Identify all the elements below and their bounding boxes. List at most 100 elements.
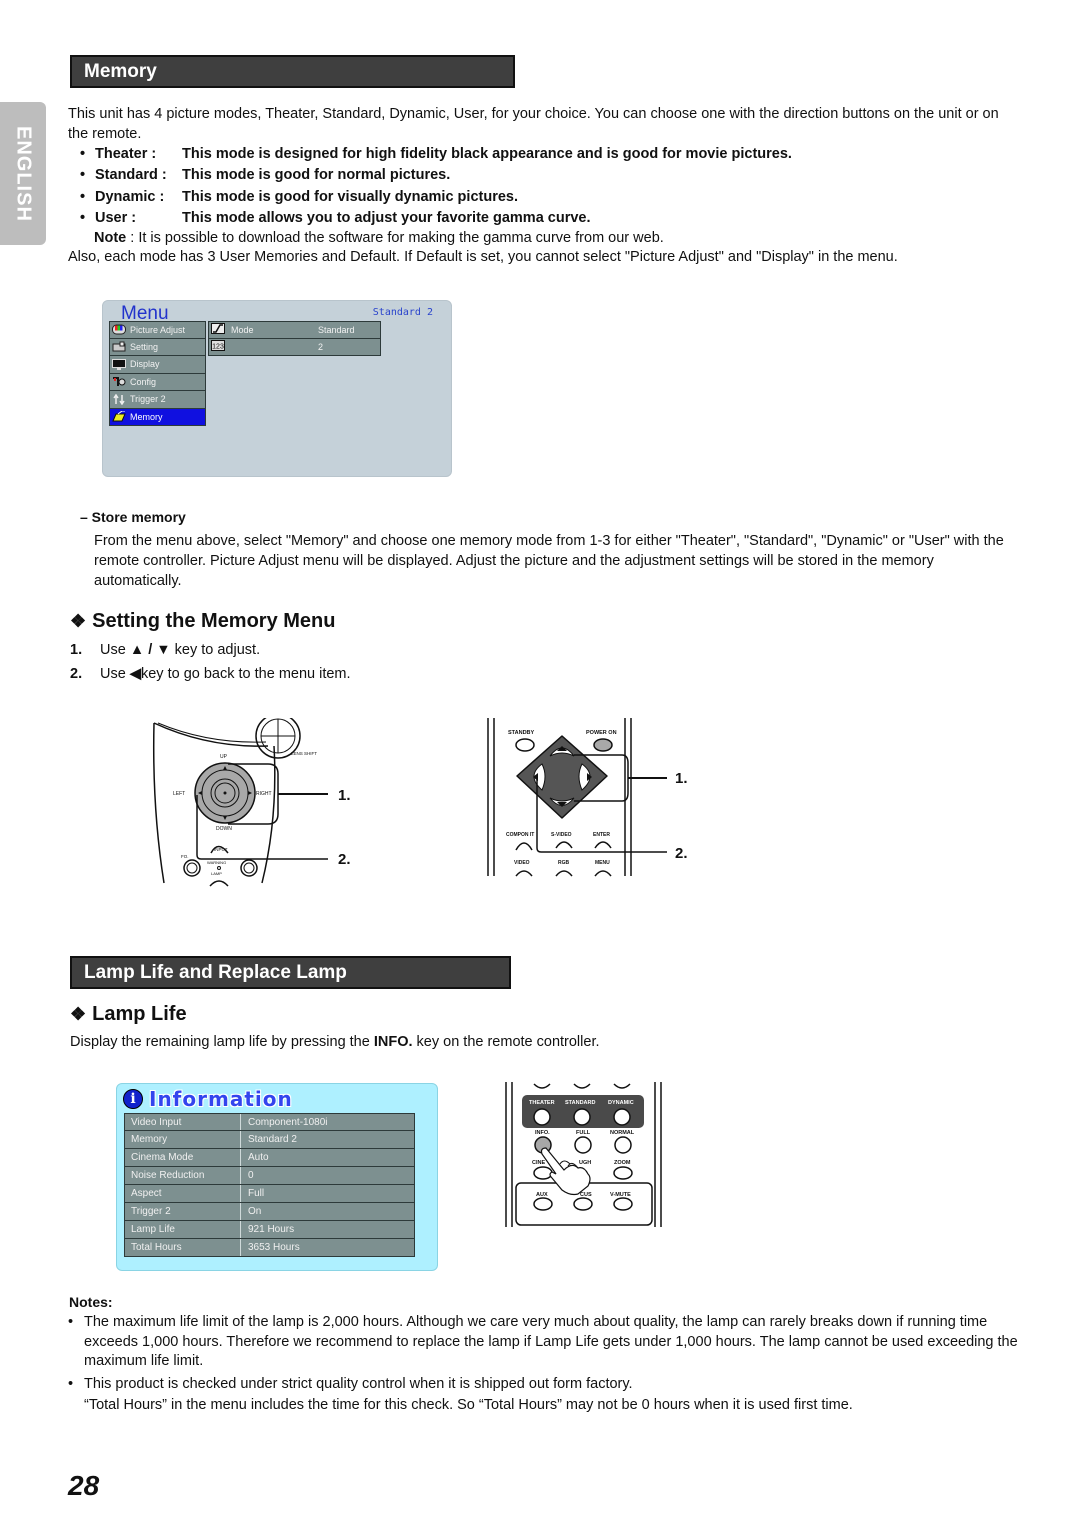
- power-on-button[interactable]: [593, 738, 613, 752]
- focus-button[interactable]: [573, 1197, 593, 1211]
- note-item: • This product is checked under strict qu…: [68, 1375, 1018, 1395]
- callout-2: 2.: [675, 845, 688, 862]
- component-button[interactable]: [515, 842, 533, 851]
- osd-nav-item-picture-adjust[interactable]: Picture Adjust: [109, 321, 206, 339]
- standard-label: STANDARD: [565, 1100, 595, 1106]
- osd-nav-item-display[interactable]: Display: [109, 356, 206, 374]
- direction-pad[interactable]: [194, 762, 256, 824]
- step-number: 2.: [70, 666, 83, 682]
- mode-name: Theater :: [95, 145, 157, 162]
- step-text: key to go back to the menu item.: [140, 666, 351, 682]
- diamond-bullet-icon: ❖: [70, 1004, 87, 1024]
- info-icon: i: [123, 1089, 143, 1109]
- full-button[interactable]: [574, 1136, 592, 1154]
- mode-list: • Theater : This mode is designed for high…: [80, 143, 792, 229]
- standard-button[interactable]: [573, 1108, 591, 1126]
- osd-nav-label: Display: [130, 359, 160, 370]
- enter-button[interactable]: [594, 841, 612, 849]
- v-mute-button[interactable]: [613, 1197, 633, 1211]
- dynamic-button[interactable]: [613, 1108, 631, 1126]
- video-button[interactable]: [515, 870, 533, 877]
- heading-text: Lamp Life: [92, 1003, 187, 1025]
- memory-intro-paragraph: This unit has 4 picture modes, Theater, …: [68, 106, 999, 142]
- info-row: Noise Reduction 0: [124, 1167, 415, 1185]
- info-key-name: INFO.: [373, 1034, 413, 1050]
- information-table: Video Input Component-1080i Memory Standar…: [124, 1113, 415, 1257]
- normal-label: NORMAL: [610, 1130, 635, 1136]
- rgb-label: RGB: [558, 860, 570, 866]
- info-value: 0: [248, 1170, 254, 1181]
- step-text: Use: [100, 642, 126, 658]
- gamma-note: Note : It is possible to download the so…: [94, 230, 664, 246]
- info-row: Memory Standard 2: [124, 1131, 415, 1149]
- mode-desc: This mode is good for normal pictures.: [182, 167, 451, 184]
- normal-button[interactable]: [614, 1136, 632, 1154]
- callout-1: 1.: [338, 787, 351, 804]
- mode-desc: This mode is designed for high fidelity …: [182, 145, 792, 162]
- input-label: INPUT: [214, 847, 228, 852]
- info-row: Trigger 2 On: [124, 1203, 415, 1221]
- info-key: Cinema Mode: [125, 1149, 241, 1166]
- notes-list: • The maximum life limit of the lamp is 2…: [68, 1313, 1018, 1416]
- mode-desc: This mode allows you to adjust your favo…: [182, 210, 591, 227]
- mode-item: • Theater : This mode is designed for high…: [80, 145, 792, 162]
- full-label: FULL: [576, 1130, 591, 1136]
- s-video-button[interactable]: [555, 841, 573, 849]
- step-item: 2. Use ◀ key to go back to the menu item…: [70, 662, 351, 686]
- info-value: 3653 Hours: [248, 1242, 300, 1253]
- osd-nav-label: Config: [130, 376, 157, 387]
- enter-label: ENTER: [593, 832, 610, 838]
- info-row: Aspect Full: [124, 1185, 415, 1203]
- info-row: Lamp Life 921 Hours: [124, 1221, 415, 1239]
- setting-memory-menu-heading: ❖ Setting the Memory Menu: [70, 610, 336, 633]
- info-row: Cinema Mode Auto: [124, 1149, 415, 1167]
- note-text: This product is checked under strict qua…: [84, 1375, 633, 1392]
- info-key: Noise Reduction: [125, 1167, 241, 1184]
- theater-button[interactable]: [533, 1108, 551, 1126]
- lamp-label: LAMP: [211, 871, 222, 876]
- fo-label: FO.: [181, 854, 189, 859]
- step-text: Use: [100, 666, 126, 682]
- osd-sub-value: 2: [318, 341, 324, 352]
- info-key: Trigger 2: [125, 1203, 241, 1220]
- zoom-label: ZOOM: [614, 1160, 631, 1166]
- rgb-button[interactable]: [555, 870, 573, 877]
- left-key-icon: ◀: [129, 666, 141, 682]
- info-key: Video Input: [125, 1114, 241, 1130]
- info-value: Full: [248, 1188, 265, 1199]
- osd-nav-item-memory[interactable]: Memory: [109, 408, 206, 426]
- aux-label: AUX: [536, 1192, 548, 1198]
- menu-button[interactable]: [594, 870, 612, 877]
- left-label: LEFT: [173, 791, 185, 797]
- aux-button[interactable]: [533, 1197, 553, 1211]
- up-down-keys-icon: ▲ / ▼: [129, 642, 171, 658]
- dynamic-label: DYNAMIC: [608, 1100, 634, 1106]
- osd-nav-item-trigger-2[interactable]: Trigger 2: [109, 391, 206, 409]
- osd-nav-item-config[interactable]: Config: [109, 373, 206, 391]
- callout-1: 1.: [675, 770, 688, 787]
- video-label: VIDEO: [514, 860, 530, 866]
- note-text: The maximum life limit of the lamp is 2,…: [84, 1314, 1018, 1369]
- mode-item: • Standard : This mode is good for normal …: [80, 167, 451, 184]
- info-value: Auto: [248, 1152, 269, 1163]
- info-value: On: [248, 1206, 262, 1217]
- osd-sub-row-mode[interactable]: Mode Standard: [208, 321, 381, 339]
- osd-nav-item-setting[interactable]: Setting: [109, 338, 206, 356]
- osd-nav-label: Setting: [130, 341, 159, 352]
- page-number: 28: [68, 1470, 100, 1501]
- section-title: Lamp Life and Replace Lamp: [84, 961, 347, 983]
- cinema-label: CINE: [532, 1160, 545, 1166]
- zoom-button[interactable]: [613, 1166, 633, 1180]
- section-header-lamp: Lamp Life and Replace Lamp: [70, 956, 511, 989]
- info-key: Lamp Life: [125, 1221, 241, 1238]
- osd-nav-label: Memory: [130, 411, 163, 422]
- osd-nav-list: Picture Adjust Setting Display Config Tr…: [109, 321, 206, 426]
- standby-button[interactable]: [515, 738, 535, 752]
- remote-info-figure: THEATER STANDARD DYNAMIC INFO. FULL NORM…: [500, 1082, 670, 1227]
- store-memory-body: From the menu above, select "Memory" and…: [94, 533, 1004, 589]
- callout-2: 2.: [338, 851, 351, 868]
- heading-text: Setting the Memory Menu: [92, 610, 336, 632]
- cinema-button[interactable]: [533, 1166, 553, 1180]
- info-value: Standard 2: [248, 1134, 297, 1145]
- osd-sub-row-number[interactable]: 123 2: [208, 338, 381, 356]
